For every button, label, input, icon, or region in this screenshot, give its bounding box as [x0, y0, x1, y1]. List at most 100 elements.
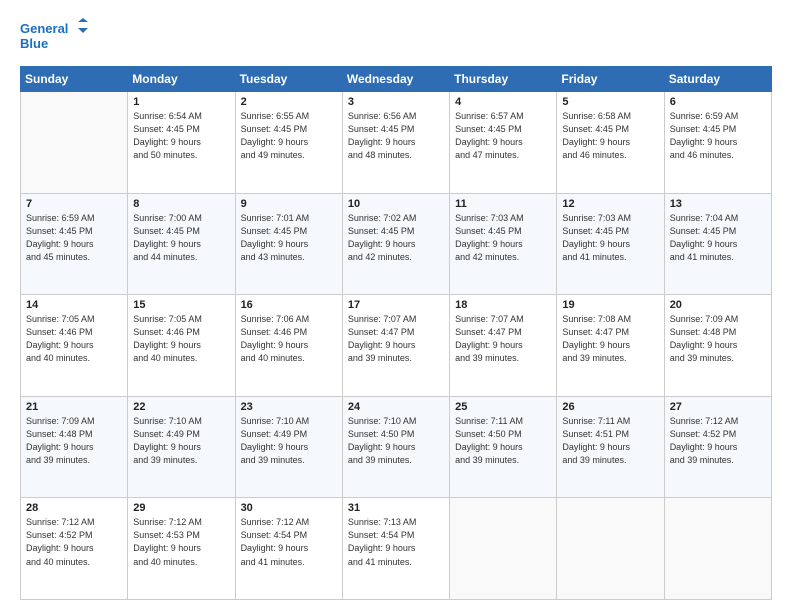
day-of-week-thursday: Thursday	[450, 67, 557, 92]
day-info: Sunrise: 7:13 AM Sunset: 4:54 PM Dayligh…	[348, 516, 444, 568]
week-row-2: 7 Sunrise: 6:59 AM Sunset: 4:45 PM Daylig…	[21, 193, 772, 295]
day-cell-16: 16Sunrise: 7:06 AM Sunset: 4:46 PM Dayli…	[235, 295, 342, 397]
day-cell-22: 22Sunrise: 7:10 AM Sunset: 4:49 PM Dayli…	[128, 396, 235, 498]
week-row-3: 14 Sunrise: 7:05 AM Sunset: 4:46 PM Dayli…	[21, 295, 772, 397]
day-cell-11: 11 Sunrise: 7:03 AM Sunset: 4:45 PM Dayli…	[450, 193, 557, 295]
day-number: 12	[562, 198, 658, 210]
day-number: 3	[348, 96, 444, 108]
day-info: Sunrise: 6:59 AM Sunset: 4:45 PM Dayligh…	[26, 212, 122, 264]
day-of-week-tuesday: Tuesday	[235, 67, 342, 92]
day-info: Sunrise: 7:07 AM Sunset: 4:47 PM Dayligh…	[455, 313, 551, 365]
logo: General Blue	[20, 18, 90, 56]
day-cell-15: 15Sunrise: 7:05 AM Sunset: 4:46 PM Dayli…	[128, 295, 235, 397]
day-info: Sunrise: 7:03 AM Sunset: 4:45 PM Dayligh…	[455, 212, 551, 264]
day-info: Sunrise: 7:09 AM Sunset: 4:48 PM Dayligh…	[26, 415, 122, 467]
day-cell-7: 7 Sunrise: 6:59 AM Sunset: 4:45 PM Daylig…	[21, 193, 128, 295]
empty-cell	[450, 498, 557, 600]
day-number: 4	[455, 96, 551, 108]
day-number: 1	[133, 96, 229, 108]
day-number: 16	[241, 299, 337, 311]
day-info: Sunrise: 6:57 AM Sunset: 4:45 PM Dayligh…	[455, 110, 551, 162]
day-of-week-saturday: Saturday	[664, 67, 771, 92]
day-number: 14	[26, 299, 122, 311]
day-cell-28: 28 Sunrise: 7:12 AM Sunset: 4:52 PM Dayli…	[21, 498, 128, 600]
day-number: 2	[241, 96, 337, 108]
day-of-week-sunday: Sunday	[21, 67, 128, 92]
day-info: Sunrise: 7:02 AM Sunset: 4:45 PM Dayligh…	[348, 212, 444, 264]
day-info: Sunrise: 7:07 AM Sunset: 4:47 PM Dayligh…	[348, 313, 444, 365]
day-number: 13	[670, 198, 766, 210]
logo-svg: General Blue	[20, 18, 90, 56]
empty-cell	[664, 498, 771, 600]
svg-text:General: General	[20, 21, 68, 36]
day-number: 17	[348, 299, 444, 311]
day-info: Sunrise: 6:55 AM Sunset: 4:45 PM Dayligh…	[241, 110, 337, 162]
day-cell-1: 1 Sunrise: 6:54 AM Sunset: 4:45 PM Daylig…	[128, 92, 235, 194]
day-number: 15	[133, 299, 229, 311]
day-info: Sunrise: 7:12 AM Sunset: 4:52 PM Dayligh…	[26, 516, 122, 568]
day-cell-29: 29 Sunrise: 7:12 AM Sunset: 4:53 PM Dayli…	[128, 498, 235, 600]
day-cell-17: 17 Sunrise: 7:07 AM Sunset: 4:47 PM Dayli…	[342, 295, 449, 397]
day-info: Sunrise: 7:05 AM Sunset: 4:46 PM Dayligh…	[26, 313, 122, 365]
day-cell-5: 5 Sunrise: 6:58 AM Sunset: 4:45 PM Daylig…	[557, 92, 664, 194]
day-info: Sunrise: 7:10 AM Sunset: 4:49 PM Dayligh…	[241, 415, 337, 467]
day-number: 20	[670, 299, 766, 311]
day-info: Sunrise: 7:12 AM Sunset: 4:52 PM Dayligh…	[670, 415, 766, 467]
day-cell-9: 9Sunrise: 7:01 AM Sunset: 4:45 PM Daylig…	[235, 193, 342, 295]
day-number: 11	[455, 198, 551, 210]
week-row-5: 28 Sunrise: 7:12 AM Sunset: 4:52 PM Dayli…	[21, 498, 772, 600]
day-cell-27: 27Sunrise: 7:12 AM Sunset: 4:52 PM Dayli…	[664, 396, 771, 498]
day-number: 7	[26, 198, 122, 210]
day-cell-12: 12 Sunrise: 7:03 AM Sunset: 4:45 PM Dayli…	[557, 193, 664, 295]
day-cell-24: 24Sunrise: 7:10 AM Sunset: 4:50 PM Dayli…	[342, 396, 449, 498]
day-number: 6	[670, 96, 766, 108]
svg-text:Blue: Blue	[20, 36, 48, 51]
day-number: 31	[348, 502, 444, 514]
day-number: 29	[133, 502, 229, 514]
day-cell-19: 19 Sunrise: 7:08 AM Sunset: 4:47 PM Dayli…	[557, 295, 664, 397]
day-info: Sunrise: 6:59 AM Sunset: 4:45 PM Dayligh…	[670, 110, 766, 162]
day-cell-30: 30Sunrise: 7:12 AM Sunset: 4:54 PM Dayli…	[235, 498, 342, 600]
day-cell-3: 3 Sunrise: 6:56 AM Sunset: 4:45 PM Daylig…	[342, 92, 449, 194]
day-number: 18	[455, 299, 551, 311]
day-cell-26: 26Sunrise: 7:11 AM Sunset: 4:51 PM Dayli…	[557, 396, 664, 498]
day-cell-6: 6 Sunrise: 6:59 AM Sunset: 4:45 PM Daylig…	[664, 92, 771, 194]
day-number: 19	[562, 299, 658, 311]
day-cell-18: 18 Sunrise: 7:07 AM Sunset: 4:47 PM Dayli…	[450, 295, 557, 397]
day-cell-23: 23Sunrise: 7:10 AM Sunset: 4:49 PM Dayli…	[235, 396, 342, 498]
day-info: Sunrise: 6:56 AM Sunset: 4:45 PM Dayligh…	[348, 110, 444, 162]
calendar-header-row: SundayMondayTuesdayWednesdayThursdayFrid…	[21, 67, 772, 92]
day-number: 28	[26, 502, 122, 514]
day-info: Sunrise: 6:58 AM Sunset: 4:45 PM Dayligh…	[562, 110, 658, 162]
day-info: Sunrise: 6:54 AM Sunset: 4:45 PM Dayligh…	[133, 110, 229, 162]
day-cell-20: 20 Sunrise: 7:09 AM Sunset: 4:48 PM Dayli…	[664, 295, 771, 397]
day-info: Sunrise: 7:04 AM Sunset: 4:45 PM Dayligh…	[670, 212, 766, 264]
day-of-week-wednesday: Wednesday	[342, 67, 449, 92]
page: General Blue SundayMondayTuesdayWednesda…	[0, 0, 792, 612]
day-cell-13: 13 Sunrise: 7:04 AM Sunset: 4:45 PM Dayli…	[664, 193, 771, 295]
day-cell-14: 14 Sunrise: 7:05 AM Sunset: 4:46 PM Dayli…	[21, 295, 128, 397]
calendar-table: SundayMondayTuesdayWednesdayThursdayFrid…	[20, 66, 772, 600]
day-cell-31: 31 Sunrise: 7:13 AM Sunset: 4:54 PM Dayli…	[342, 498, 449, 600]
day-number: 5	[562, 96, 658, 108]
day-of-week-friday: Friday	[557, 67, 664, 92]
week-row-1: 1 Sunrise: 6:54 AM Sunset: 4:45 PM Daylig…	[21, 92, 772, 194]
day-number: 30	[241, 502, 337, 514]
day-info: Sunrise: 7:12 AM Sunset: 4:53 PM Dayligh…	[133, 516, 229, 568]
day-number: 22	[133, 401, 229, 413]
day-info: Sunrise: 7:11 AM Sunset: 4:51 PM Dayligh…	[562, 415, 658, 467]
day-cell-10: 10Sunrise: 7:02 AM Sunset: 4:45 PM Dayli…	[342, 193, 449, 295]
day-info: Sunrise: 7:09 AM Sunset: 4:48 PM Dayligh…	[670, 313, 766, 365]
week-row-4: 21Sunrise: 7:09 AM Sunset: 4:48 PM Dayli…	[21, 396, 772, 498]
day-number: 9	[241, 198, 337, 210]
day-info: Sunrise: 7:11 AM Sunset: 4:50 PM Dayligh…	[455, 415, 551, 467]
day-number: 25	[455, 401, 551, 413]
day-cell-21: 21Sunrise: 7:09 AM Sunset: 4:48 PM Dayli…	[21, 396, 128, 498]
day-info: Sunrise: 7:03 AM Sunset: 4:45 PM Dayligh…	[562, 212, 658, 264]
day-cell-25: 25 Sunrise: 7:11 AM Sunset: 4:50 PM Dayli…	[450, 396, 557, 498]
day-info: Sunrise: 7:08 AM Sunset: 4:47 PM Dayligh…	[562, 313, 658, 365]
day-number: 8	[133, 198, 229, 210]
day-of-week-monday: Monday	[128, 67, 235, 92]
day-cell-8: 8 Sunrise: 7:00 AM Sunset: 4:45 PM Daylig…	[128, 193, 235, 295]
day-info: Sunrise: 7:00 AM Sunset: 4:45 PM Dayligh…	[133, 212, 229, 264]
